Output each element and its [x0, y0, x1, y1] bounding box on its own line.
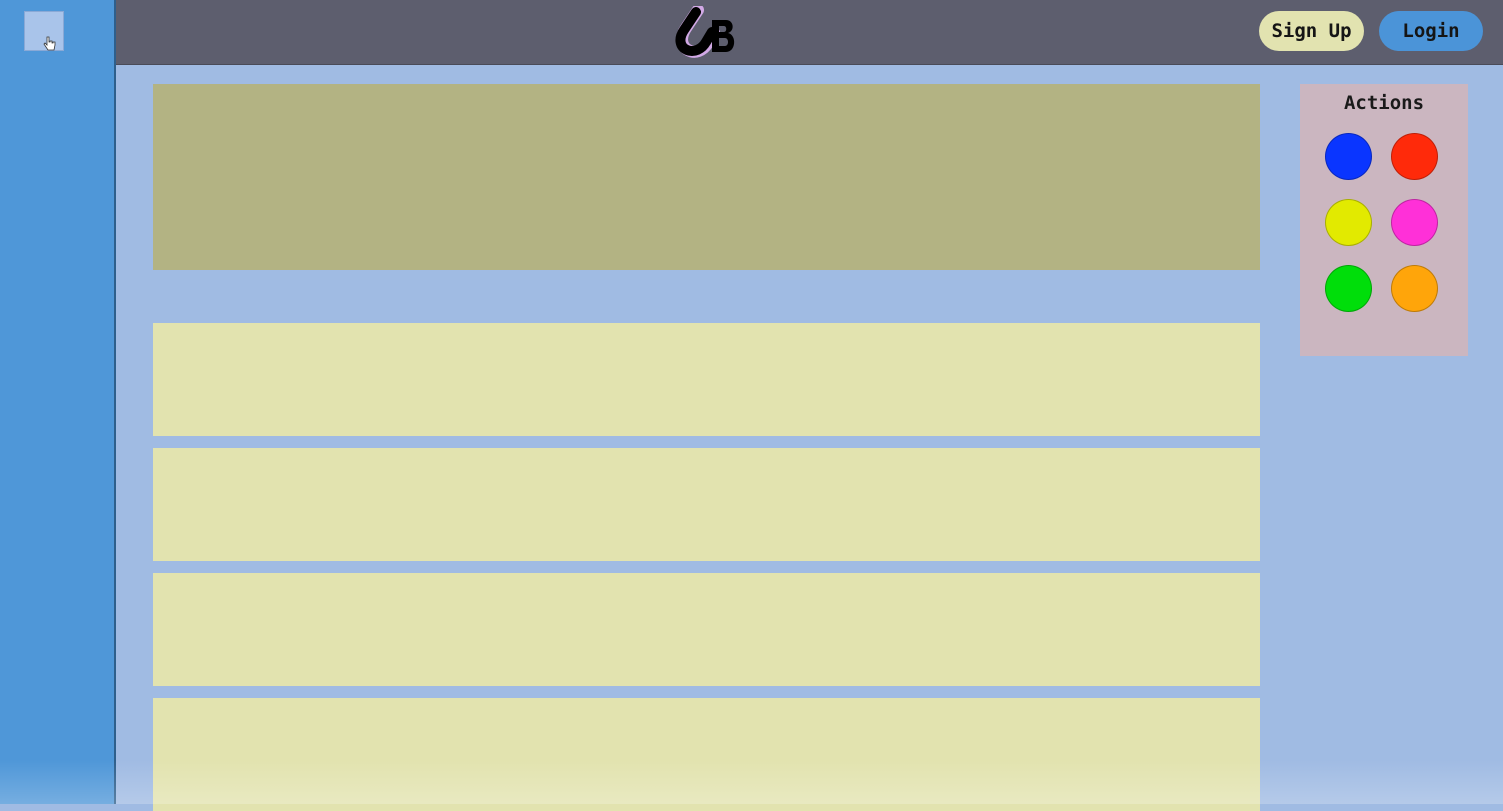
sign-up-button[interactable]: Sign Up — [1259, 11, 1364, 51]
login-button[interactable]: Login — [1379, 11, 1483, 51]
color-swatch-magenta[interactable] — [1391, 199, 1438, 246]
hero-banner — [153, 84, 1260, 270]
actions-title: Actions — [1343, 92, 1425, 114]
color-swatch-orange[interactable] — [1391, 265, 1438, 312]
color-swatch-red[interactable] — [1391, 133, 1438, 180]
pointer-hand-icon — [43, 36, 56, 51]
top-header: Sign Up Login — [116, 0, 1503, 65]
sidebar-toggle-button[interactable] — [24, 11, 64, 51]
color-swatch-yellow[interactable] — [1325, 199, 1372, 246]
content-card[interactable] — [153, 698, 1260, 811]
color-swatch-blue[interactable] — [1325, 133, 1372, 180]
ub-logo-icon — [675, 6, 735, 58]
actions-panel: Actions — [1300, 84, 1468, 356]
content-card[interactable] — [153, 448, 1260, 561]
content-card[interactable] — [153, 573, 1260, 686]
content-card[interactable] — [153, 323, 1260, 436]
color-swatch-green[interactable] — [1325, 265, 1372, 312]
sidebar — [0, 0, 116, 804]
